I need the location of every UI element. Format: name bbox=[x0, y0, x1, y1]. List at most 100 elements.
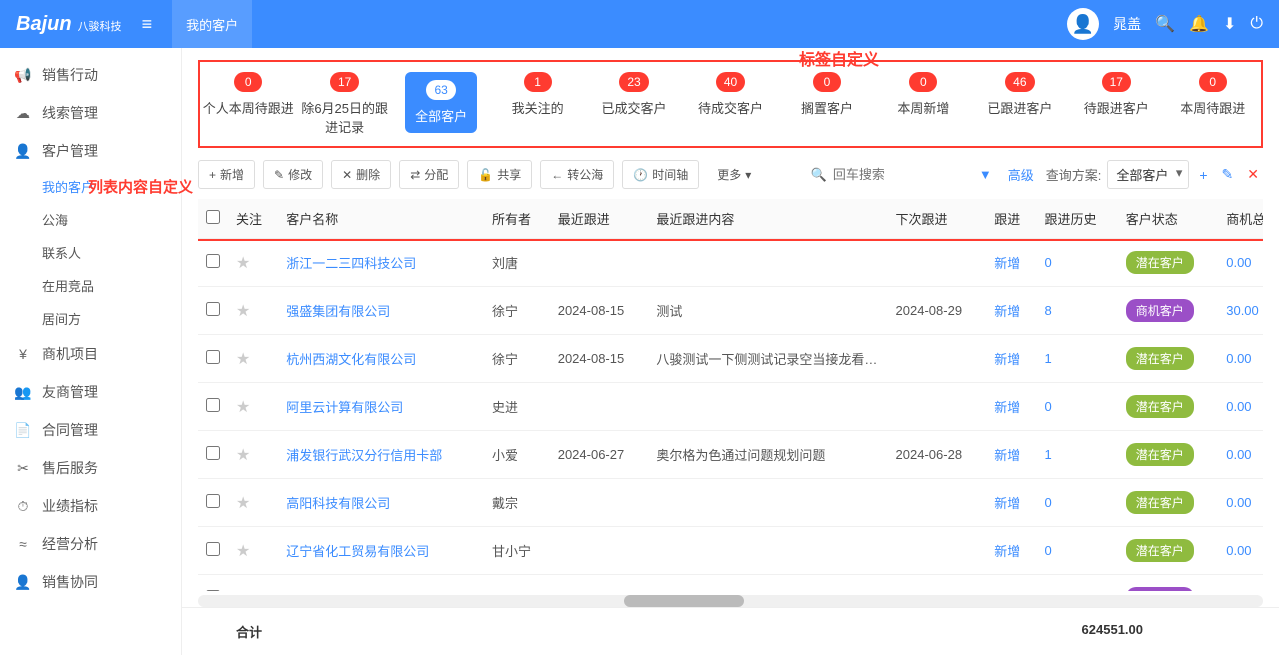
row-checkbox[interactable] bbox=[206, 446, 220, 460]
customer-name-link[interactable]: 浙江一二三四科技公司 bbox=[286, 256, 416, 271]
sidebar-item[interactable]: ≈经营分析 bbox=[0, 525, 181, 563]
table-row[interactable]: ★ 杭州西湖文化有限公司 徐宁 2024-08-15 八骏测试一下侧测试记录空当… bbox=[198, 335, 1263, 383]
table-row[interactable]: ★ 南京安威德科技有限公司 徐宁 2024-06-25 3213 2024-06… bbox=[198, 575, 1263, 592]
search-input[interactable] bbox=[833, 167, 973, 182]
more-button[interactable]: 更多 ▾ bbox=[707, 161, 761, 188]
history-link[interactable]: 1 bbox=[1044, 351, 1051, 366]
follow-link[interactable]: 新增 bbox=[994, 352, 1020, 367]
sidebar-item[interactable]: 👤销售协同 bbox=[0, 563, 181, 601]
filter-scheme-select[interactable]: 全部客户 bbox=[1107, 160, 1189, 189]
customer-name-link[interactable]: 杭州西湖文化有限公司 bbox=[286, 352, 416, 367]
customer-name-link[interactable]: 强盛集团有限公司 bbox=[286, 304, 390, 319]
star-icon[interactable]: ★ bbox=[236, 447, 250, 464]
row-checkbox[interactable] bbox=[206, 590, 220, 591]
history-link[interactable]: 0 bbox=[1044, 495, 1051, 510]
horizontal-scrollbar[interactable] bbox=[198, 595, 1263, 607]
delete-button[interactable]: ✕ 删除 bbox=[331, 160, 391, 189]
funnel-icon[interactable]: ▼ bbox=[979, 167, 992, 182]
customer-name-link[interactable]: 高阳科技有限公司 bbox=[286, 496, 390, 511]
customer-name-link[interactable]: 浦发银行武汉分行信用卡部 bbox=[286, 448, 442, 463]
follow-link[interactable]: 新增 bbox=[994, 544, 1020, 559]
tab-stat[interactable]: 0本周新增 bbox=[875, 72, 971, 136]
table-row[interactable]: ★ 强盛集团有限公司 徐宁 2024-08-15 测试 2024-08-29 新… bbox=[198, 287, 1263, 335]
edit-button[interactable]: ✎ 修改 bbox=[263, 160, 323, 189]
row-checkbox[interactable] bbox=[206, 542, 220, 556]
row-checkbox[interactable] bbox=[206, 302, 220, 316]
sidebar-item[interactable]: 📢销售行动 bbox=[0, 56, 181, 94]
close-icon[interactable]: ✕ bbox=[1243, 166, 1263, 183]
column-header[interactable]: 跟进 bbox=[986, 199, 1036, 239]
column-header[interactable]: 跟进历史 bbox=[1036, 199, 1117, 239]
share-button[interactable]: 🔓 共享 bbox=[467, 160, 532, 189]
sidebar-sub-item[interactable]: 在用竞品 bbox=[0, 269, 181, 302]
tab-stat[interactable]: 40待成交客户 bbox=[682, 72, 778, 136]
customer-name-link[interactable]: 辽宁省化工贸易有限公司 bbox=[286, 544, 429, 559]
tab-stat[interactable]: 0个人本周待跟进 bbox=[200, 72, 296, 136]
tab-stat[interactable]: 1我关注的 bbox=[489, 72, 585, 136]
column-header[interactable]: 下次跟进 bbox=[888, 199, 987, 239]
pencil-icon[interactable]: ✎ bbox=[1218, 166, 1238, 183]
star-icon[interactable]: ★ bbox=[236, 543, 250, 560]
table-row[interactable]: ★ 浙江一二三四科技公司 刘唐 新增 0 潜在客户 0.00 0 bbox=[198, 239, 1263, 287]
row-checkbox[interactable] bbox=[206, 398, 220, 412]
bell-icon[interactable]: 🔔 bbox=[1189, 14, 1209, 34]
column-header[interactable]: 关注 bbox=[228, 199, 278, 239]
row-checkbox[interactable] bbox=[206, 254, 220, 268]
menu-toggle-icon[interactable]: ≡ bbox=[142, 14, 153, 35]
tab-stat[interactable]: 46已跟进客户 bbox=[972, 72, 1068, 136]
star-icon[interactable]: ★ bbox=[236, 495, 250, 512]
star-icon[interactable]: ★ bbox=[236, 303, 250, 320]
customer-name-link[interactable]: 阿里云计算有限公司 bbox=[286, 400, 403, 415]
add-button[interactable]: + 新增 bbox=[198, 160, 255, 189]
table-row[interactable]: ★ 阿里云计算有限公司 史进 新增 0 潜在客户 0.00 0 bbox=[198, 383, 1263, 431]
amount-link[interactable]: 30.00 bbox=[1226, 303, 1259, 318]
history-link[interactable]: 1 bbox=[1044, 447, 1051, 462]
sidebar-item[interactable]: 📄合同管理 bbox=[0, 411, 181, 449]
power-icon[interactable]: ⏻ bbox=[1250, 15, 1263, 33]
star-icon[interactable]: ★ bbox=[236, 351, 250, 368]
sidebar-sub-item[interactable]: 联系人 bbox=[0, 236, 181, 269]
tab-stat[interactable]: 0本周待跟进 bbox=[1165, 72, 1261, 136]
star-icon[interactable]: ★ bbox=[236, 399, 250, 416]
column-header[interactable]: 商机总金额(万元) bbox=[1218, 199, 1263, 239]
history-link[interactable]: 0 bbox=[1044, 543, 1051, 558]
amount-link[interactable]: 0.00 bbox=[1226, 399, 1251, 414]
timeline-button[interactable]: 🕐 时间轴 bbox=[622, 160, 699, 189]
search-icon[interactable]: 🔍 bbox=[1155, 14, 1175, 34]
row-checkbox[interactable] bbox=[206, 350, 220, 364]
sidebar-item[interactable]: ☁线索管理 bbox=[0, 94, 181, 132]
sidebar-item[interactable]: ¥商机项目 bbox=[0, 335, 181, 373]
sidebar-item[interactable]: 👤客户管理 bbox=[0, 132, 181, 170]
tab-stat[interactable]: 63全部客户 bbox=[393, 72, 489, 136]
amount-link[interactable]: 0.00 bbox=[1226, 255, 1251, 270]
avatar[interactable]: 👤 bbox=[1067, 8, 1099, 40]
amount-link[interactable]: 0.00 bbox=[1226, 351, 1251, 366]
amount-link[interactable]: 0.00 bbox=[1226, 495, 1251, 510]
table-row[interactable]: ★ 高阳科技有限公司 戴宗 新增 0 潜在客户 0.00 0 bbox=[198, 479, 1263, 527]
download-icon[interactable]: ⬇ bbox=[1223, 14, 1236, 34]
select-all-checkbox[interactable] bbox=[206, 210, 220, 224]
history-link[interactable]: 0 bbox=[1044, 399, 1051, 414]
follow-link[interactable]: 新增 bbox=[994, 256, 1020, 271]
tab-stat[interactable]: 0搁置客户 bbox=[779, 72, 875, 136]
sidebar-item[interactable]: ✂售后服务 bbox=[0, 449, 181, 487]
sidebar-sub-item[interactable]: 居间方 bbox=[0, 302, 181, 335]
star-icon[interactable]: ★ bbox=[236, 255, 250, 272]
header-nav-my-customers[interactable]: 我的客户 bbox=[172, 0, 252, 48]
row-checkbox[interactable] bbox=[206, 494, 220, 508]
column-header[interactable]: 客户名称 bbox=[278, 199, 484, 239]
to-sea-button[interactable]: ← 转公海 bbox=[540, 160, 614, 189]
table-row[interactable]: ★ 辽宁省化工贸易有限公司 甘小宁 新增 0 潜在客户 0.00 0 bbox=[198, 527, 1263, 575]
history-link[interactable]: 0 bbox=[1044, 255, 1051, 270]
advanced-link[interactable]: 高级 bbox=[1008, 165, 1034, 184]
follow-link[interactable]: 新增 bbox=[994, 304, 1020, 319]
follow-link[interactable]: 新增 bbox=[994, 400, 1020, 415]
amount-link[interactable]: 0.00 bbox=[1226, 447, 1251, 462]
column-header[interactable]: 客户状态 bbox=[1118, 199, 1218, 239]
column-header[interactable]: 最近跟进 bbox=[550, 199, 649, 239]
plus-icon[interactable]: + bbox=[1195, 167, 1211, 183]
user-name[interactable]: 晁盖 bbox=[1113, 14, 1141, 34]
star-icon[interactable]: ★ bbox=[236, 591, 250, 592]
table-row[interactable]: ★ 浦发银行武汉分行信用卡部 小爱 2024-06-27 奥尔格为色通过问题规划… bbox=[198, 431, 1263, 479]
history-link[interactable]: 8 bbox=[1044, 303, 1051, 318]
